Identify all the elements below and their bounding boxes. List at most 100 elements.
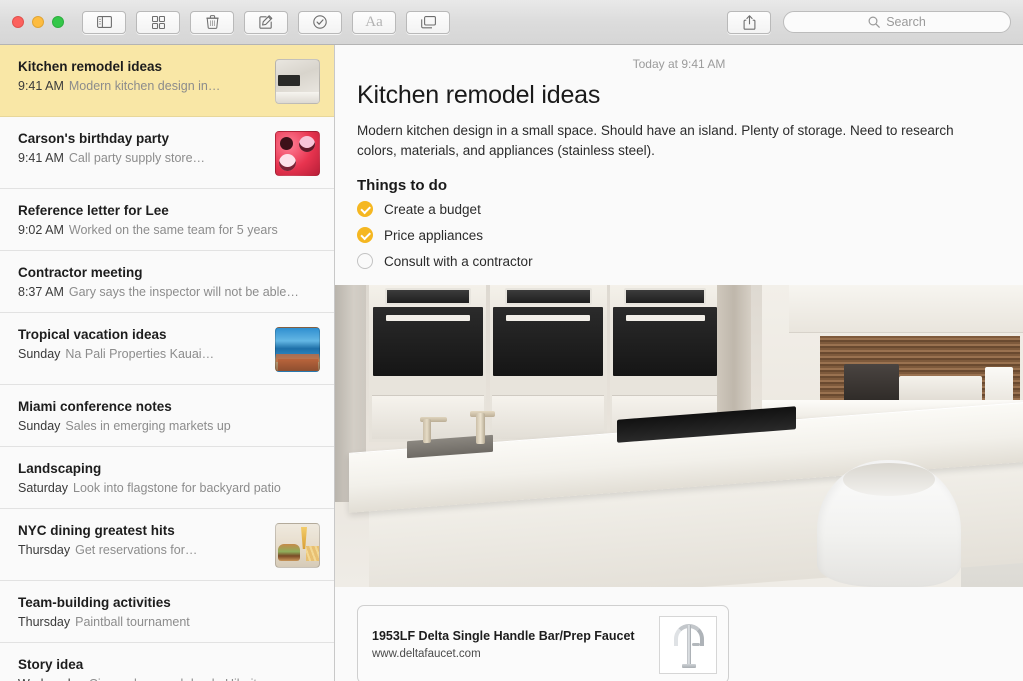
note-item-text: Reference letter for Lee 9:02 AM Worked o…	[18, 202, 320, 238]
note-item-title: Story idea	[18, 657, 84, 672]
share-button[interactable]	[727, 10, 771, 34]
todo-item-price-appliances[interactable]: Price appliances	[357, 227, 1001, 243]
note-item-preview: Paintball tournament	[75, 615, 190, 629]
note-item-time: 9:02 AM	[18, 223, 64, 237]
minimize-button[interactable]	[32, 16, 44, 28]
note-item-title: Kitchen remodel ideas	[18, 59, 163, 74]
note-list-item-contractor-meeting[interactable]: Contractor meeting 8:37 AM Gary says the …	[0, 251, 334, 313]
note-detail-pane[interactable]: Today at 9:41 AM Kitchen remodel ideas M…	[335, 45, 1023, 681]
note-item-thumbnail	[275, 59, 320, 104]
note-list-item-nyc-dining-greatest-hits[interactable]: NYC dining greatest hits Thursday Get res…	[0, 509, 334, 581]
note-item-preview: Worked on the same team for 5 years	[68, 223, 278, 237]
note-item-time: Sunday	[18, 347, 61, 361]
compose-icon	[259, 15, 273, 29]
checkbox-checked-icon[interactable]	[357, 227, 373, 243]
note-list-item-carsons-birthday-party[interactable]: Carson's birthday party 9:41 AM Call part…	[0, 117, 334, 189]
link-preview-text: 1953LF Delta Single Handle Bar/Prep Fauc…	[372, 629, 649, 660]
note-item-title: Reference letter for Lee	[18, 203, 169, 218]
note-item-time: Wednesday	[18, 677, 84, 681]
note-list-item-kitchen-remodel-ideas[interactable]: Kitchen remodel ideas 9:41 AM Modern kitc…	[0, 45, 334, 117]
note-item-subtitle: Thursday Paintball tournament	[18, 614, 312, 630]
note-item-text: NYC dining greatest hits Thursday Get res…	[18, 522, 275, 558]
note-item-preview: Gary says the inspector will not be able…	[68, 285, 299, 299]
note-item-preview: Call party supply store…	[68, 151, 206, 165]
sidebar-icon	[96, 16, 112, 28]
note-list-item-tropical-vacation-ideas[interactable]: Tropical vacation ideas Sunday Na Pali Pr…	[0, 313, 334, 385]
wall-oven-2	[489, 285, 607, 443]
coffee-machine	[844, 363, 900, 403]
note-item-title: Landscaping	[18, 461, 102, 476]
note-item-title: Team-building activities	[18, 595, 171, 610]
note-item-title: Contractor meeting	[18, 265, 143, 280]
note-item-preview: Circus clowns rob bank. Hilarity en…	[89, 677, 293, 681]
compose-note-button[interactable]	[244, 10, 288, 34]
note-item-thumbnail	[275, 523, 320, 568]
note-item-subtitle: 9:02 AM Worked on the same team for 5 yea…	[18, 222, 312, 238]
note-item-time: Thursday	[18, 615, 71, 629]
trash-icon	[205, 15, 219, 29]
note-item-text: Carson's birthday party 9:41 AM Call part…	[18, 130, 275, 166]
note-item-title: Miami conference notes	[18, 399, 172, 414]
todo-heading: Things to do	[357, 177, 447, 194]
todo-item-consult-with-a-contractor[interactable]: Consult with a contractor	[357, 253, 1001, 269]
note-item-subtitle: 8:37 AM Gary says the inspector will not …	[18, 284, 312, 300]
note-item-title: Carson's birthday party	[18, 131, 169, 146]
note-item-text: Contractor meeting 8:37 AM Gary says the …	[18, 264, 320, 300]
note-list-item-story-idea[interactable]: Story idea Wednesday Circus clowns rob ba…	[0, 643, 334, 681]
note-item-subtitle: 9:41 AM Call party supply store…	[18, 150, 267, 166]
media-button[interactable]	[406, 10, 450, 34]
link-preview-thumbnail	[659, 615, 717, 674]
note-list-item-landscaping[interactable]: Landscaping Saturday Look into flagstone …	[0, 447, 334, 509]
note-list-item-miami-conference-notes[interactable]: Miami conference notes Sunday Sales in em…	[0, 385, 334, 447]
link-preview-title: 1953LF Delta Single Handle Bar/Prep Fauc…	[372, 629, 635, 643]
checklist-button[interactable]	[298, 10, 342, 34]
zoom-button[interactable]	[52, 16, 64, 28]
note-kitchen-image[interactable]	[335, 285, 1023, 587]
note-item-title: Tropical vacation ideas	[18, 327, 167, 342]
check-circle-icon	[313, 15, 327, 29]
upper-cabinets	[789, 285, 1023, 334]
note-item-subtitle: Thursday Get reservations for…	[18, 542, 267, 558]
aa-icon: Aa	[365, 13, 383, 30]
note-item-subtitle: Saturday Look into flagstone for backyard…	[18, 480, 312, 496]
note-item-subtitle: 9:41 AM Modern kitchen design in…	[18, 78, 267, 94]
faucet-2	[476, 413, 485, 444]
share-icon	[743, 14, 755, 30]
sidebar-toggle-button[interactable]	[82, 10, 126, 34]
note-item-time: 8:37 AM	[18, 285, 64, 299]
close-button[interactable]	[12, 16, 24, 28]
todo-item-create-a-budget[interactable]: Create a budget	[357, 201, 1001, 217]
note-item-thumbnail	[275, 131, 320, 176]
main-body: Kitchen remodel ideas 9:41 AM Modern kitc…	[0, 45, 1023, 681]
note-timestamp: Today at 9:41 AM	[632, 57, 726, 71]
note-item-preview: Sales in emerging markets up	[65, 419, 231, 433]
note-item-subtitle: Wednesday Circus clowns rob bank. Hilarit…	[18, 676, 312, 681]
note-item-time: Sunday	[18, 419, 61, 433]
note-item-title: NYC dining greatest hits	[18, 523, 175, 538]
note-item-preview: Na Pali Properties Kauai…	[65, 347, 215, 361]
checkbox-checked-icon[interactable]	[357, 201, 373, 217]
faucet-1	[423, 419, 432, 444]
search-placeholder: Search	[886, 15, 926, 29]
notes-list[interactable]: Kitchen remodel ideas 9:41 AM Modern kitc…	[0, 45, 335, 681]
window-controls	[12, 16, 64, 28]
format-text-button[interactable]: Aa	[352, 10, 396, 34]
note-list-item-reference-letter-for-lee[interactable]: Reference letter for Lee 9:02 AM Worked o…	[0, 189, 334, 251]
page-title: Kitchen remodel ideas	[357, 81, 601, 109]
note-list-item-team-building-activities[interactable]: Team-building activities Thursday Paintba…	[0, 581, 334, 643]
note-item-time: Thursday	[18, 543, 71, 557]
gallery-view-button[interactable]	[136, 10, 180, 34]
note-content: Kitchen remodel ideas Modern kitchen des…	[335, 80, 1023, 269]
bar-stool	[816, 460, 962, 587]
checkbox-unchecked-icon[interactable]	[357, 253, 373, 269]
note-item-text: Kitchen remodel ideas 9:41 AM Modern kitc…	[18, 58, 275, 94]
notes-window: Aa Search Kitchen remodel ideas 9:41 AM …	[0, 0, 1023, 681]
search-field[interactable]: Search	[783, 11, 1011, 33]
note-item-text: Team-building activities Thursday Paintba…	[18, 594, 320, 630]
note-item-preview: Look into flagstone for backyard patio	[73, 481, 281, 495]
grid-icon	[151, 15, 165, 29]
faucet-handle-icon	[692, 642, 700, 646]
faucet-base-icon	[682, 663, 696, 668]
delete-note-button[interactable]	[190, 10, 234, 34]
link-preview-card[interactable]: 1953LF Delta Single Handle Bar/Prep Fauc…	[357, 605, 729, 681]
